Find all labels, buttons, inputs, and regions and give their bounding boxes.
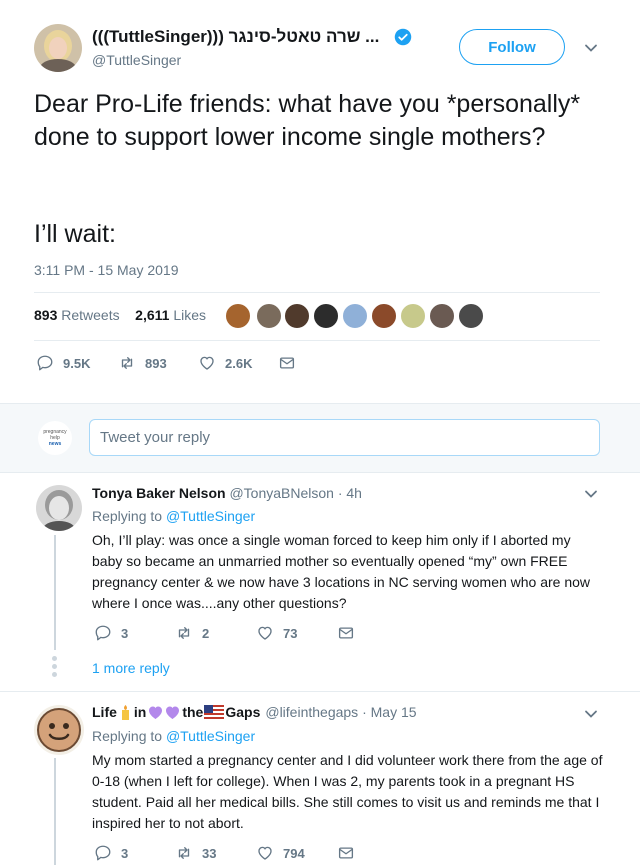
like-action-count: 73 — [283, 625, 298, 641]
reply-count: 9.5K — [63, 355, 91, 371]
reply-text: My mom started a pregnancy center and I … — [92, 752, 603, 831]
reply-author-name[interactable]: Gaps — [225, 704, 260, 720]
direct-message-action[interactable] — [337, 844, 364, 862]
liker-avatar[interactable] — [284, 303, 310, 329]
liker-avatar[interactable] — [429, 303, 455, 329]
like-action[interactable]: 2.6K — [198, 354, 252, 372]
reply-author-name[interactable]: in — [134, 704, 146, 720]
heart-icon — [258, 846, 272, 860]
like-action-count: 2.6K — [225, 355, 253, 371]
replying-to-label: Replying to — [92, 728, 163, 744]
tweet-text-continued: I’ll wait: — [34, 220, 116, 248]
heart-icon — [258, 626, 272, 640]
reply-author-line: Life in the Gaps @lifeinthegaps · May 15 — [92, 704, 417, 720]
candle-emoji-icon — [121, 704, 129, 720]
replying-to-label: Replying to — [92, 508, 163, 524]
author-display-name[interactable]: (((TuttleSinger))) שרה טאטל-סינגר ... — [92, 27, 379, 47]
liker-avatar[interactable] — [458, 303, 484, 329]
replying-to: Replying to @TuttleSinger — [92, 728, 255, 744]
reply-action[interactable]: 9.5K — [36, 354, 90, 372]
liker-avatar[interactable] — [256, 303, 282, 329]
us-flag-emoji-icon — [204, 705, 225, 719]
retweet-icon — [178, 847, 190, 859]
reply-handle-time[interactable]: @TonyaBNelson · 4h — [229, 485, 362, 501]
reply-handle-time[interactable]: @lifeinthegaps · May 15 — [265, 704, 416, 720]
reply-icon — [37, 355, 53, 371]
reply-text: Oh, I’ll play: was once a single woman f… — [92, 532, 591, 611]
reply-count: 3 — [121, 625, 129, 641]
retweet-action[interactable]: 33 — [175, 844, 216, 862]
liker-avatar[interactable] — [313, 303, 339, 329]
chevron-down-icon[interactable] — [583, 486, 599, 502]
retweet-icon — [178, 627, 190, 639]
tweet-text: Dear Pro-Life friends: what have you *pe… — [34, 90, 581, 151]
reply-icon — [95, 845, 111, 861]
envelope-icon — [338, 627, 354, 639]
reply-count: 3 — [121, 845, 129, 861]
liker-avatar[interactable] — [342, 303, 368, 329]
like-count[interactable]: 2,611 — [135, 307, 169, 323]
reply-author-name[interactable]: Life — [92, 704, 117, 720]
like-action-count: 794 — [283, 845, 305, 861]
direct-message-action[interactable] — [337, 624, 364, 642]
thread-line — [54, 535, 56, 650]
author-avatar[interactable] — [34, 24, 82, 72]
thread-line — [54, 758, 56, 865]
follow-button[interactable]: Follow — [459, 29, 565, 65]
retweet-action[interactable]: 893 — [118, 354, 167, 372]
divider — [34, 292, 600, 293]
purple-hearts-emoji-icon — [149, 706, 180, 719]
replying-to-handle[interactable]: @TuttleSinger — [166, 728, 255, 744]
author-handle[interactable]: @TuttleSinger — [92, 52, 181, 68]
reply-icon — [95, 625, 111, 641]
retweets-label[interactable]: Retweets — [61, 307, 119, 323]
thread-dots — [52, 656, 58, 684]
reply-author-avatar[interactable] — [36, 485, 82, 531]
reply-author-name[interactable]: the — [182, 704, 203, 720]
retweet-action-count: 2 — [202, 625, 210, 641]
divider — [0, 691, 640, 692]
like-action[interactable]: 73 — [256, 624, 297, 642]
reply-input[interactable]: Tweet your reply — [89, 419, 600, 456]
replying-to: Replying to @TuttleSinger — [92, 508, 255, 524]
likes-label[interactable]: Likes — [173, 307, 206, 323]
tweet-timestamp[interactable]: 3:11 PM - 15 May 2019 — [34, 262, 178, 278]
reply-action[interactable]: 3 — [94, 844, 128, 862]
divider — [34, 340, 600, 341]
envelope-icon — [279, 357, 295, 369]
reply-author-avatar[interactable] — [34, 705, 84, 755]
chevron-down-icon[interactable] — [583, 706, 599, 722]
liker-avatar[interactable] — [225, 303, 251, 329]
envelope-icon — [338, 847, 354, 859]
retweet-action[interactable]: 2 — [175, 624, 209, 642]
reply-author-line: Tonya Baker Nelson @TonyaBNelson · 4h — [92, 485, 362, 501]
retweet-icon — [121, 357, 133, 369]
heart-icon — [200, 356, 214, 370]
reply-action[interactable]: 3 — [94, 624, 128, 642]
chevron-down-icon[interactable] — [583, 40, 599, 56]
retweet-action-count: 893 — [145, 355, 167, 371]
current-user-avatar: pregnancy help news — [38, 421, 72, 455]
replying-to-handle[interactable]: @TuttleSinger — [166, 508, 255, 524]
reply-author-name[interactable]: Tonya Baker Nelson — [92, 485, 226, 501]
verified-badge-icon — [394, 28, 412, 46]
liker-avatar[interactable] — [371, 303, 397, 329]
retweet-action-count: 33 — [202, 845, 217, 861]
retweet-count[interactable]: 893 — [34, 307, 57, 323]
direct-message-action[interactable] — [278, 354, 305, 372]
tweet-stats: 893 Retweets 2,611 Likes — [34, 307, 206, 323]
like-action[interactable]: 794 — [256, 844, 305, 862]
liker-avatar[interactable] — [400, 303, 426, 329]
avatar-text: news — [48, 441, 62, 447]
more-replies-link[interactable]: 1 more reply — [92, 660, 170, 676]
